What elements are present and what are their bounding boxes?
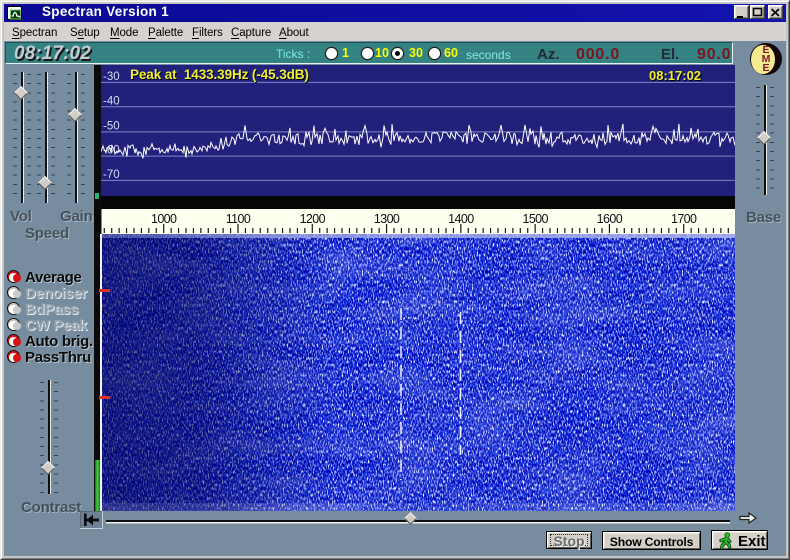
svg-text:-30: -30 — [103, 71, 120, 83]
svg-text:-40: -40 — [103, 96, 120, 108]
svg-text:-70: -70 — [103, 169, 120, 181]
svg-text:-50: -50 — [103, 121, 120, 133]
